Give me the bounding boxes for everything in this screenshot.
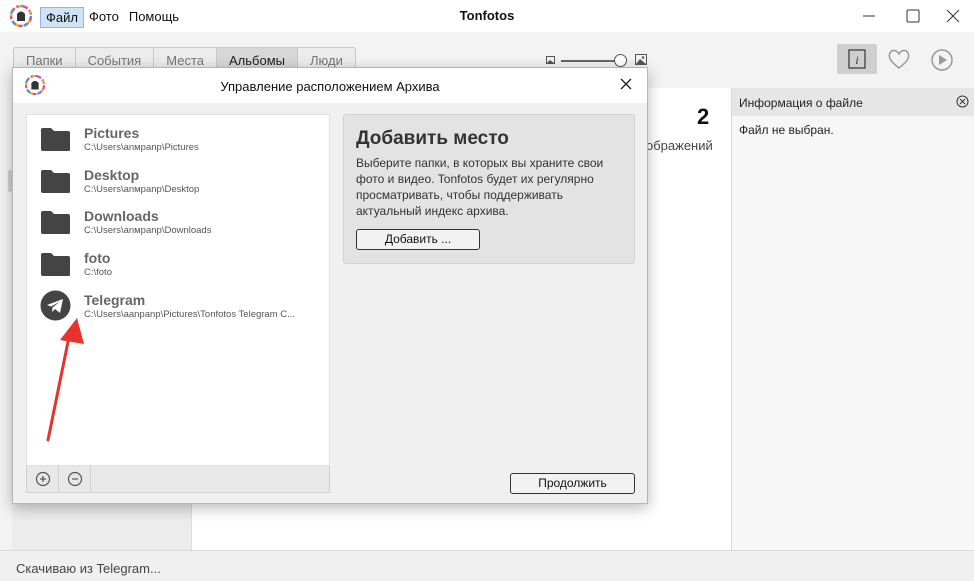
folder-path: C:\Users\aanpanp\Pictures\Tonfotos Teleg… [84,309,296,320]
folder-name: Desktop [84,167,140,183]
dialog-title-bar: Управление расположением Архива [13,68,647,103]
close-circle-icon[interactable] [956,95,969,108]
archive-locations-dialog: Управление расположением Архива Pictures… [12,67,648,504]
folder-path: C:\foto [84,267,112,278]
image-count-label: ображений [646,138,713,153]
add-location-button[interactable]: Добавить ... [356,229,480,250]
menu-file[interactable]: Файл [40,7,84,28]
close-icon[interactable] [619,77,633,91]
add-location-panel: Добавить место Выберите папки, в которых… [343,114,635,264]
annotation-arrow-icon [46,318,84,442]
folder-icon [41,253,70,276]
list-item-desktop[interactable]: Desktop C:\Users\anмpanp\Desktop [27,161,331,203]
play-icon[interactable] [929,47,955,73]
minimize-icon[interactable] [854,4,884,28]
menu-bar: Файл Фото Помощь [40,7,184,28]
title-bar: Файл Фото Помощь Tonfotos [0,0,974,32]
heart-icon[interactable] [886,47,912,71]
file-info-title: Информация о файле [739,96,863,110]
plus-circle-icon [35,471,51,487]
folder-icon [41,211,70,234]
app-logo-icon [10,5,32,27]
continue-button[interactable]: Продолжить [510,473,635,494]
folder-icon [41,170,70,193]
file-info-panel: Информация о файле Файл не выбран. [731,88,974,550]
list-item-downloads[interactable]: Downloads C:\Users\anмpanp\Downloads [27,202,331,244]
list-item-pictures[interactable]: Pictures C:\Users\anмpanp\Pictures [27,119,331,161]
add-location-description: Выберите папки, в которых вы храните сво… [356,156,604,218]
svg-text:i: i [855,53,858,67]
folder-icon [41,128,70,151]
status-bar: Скачиваю из Telegram... [0,550,974,581]
maximize-icon[interactable] [898,4,928,28]
close-window-icon[interactable] [938,4,968,28]
add-folder-button[interactable] [27,466,59,492]
info-button[interactable]: i [837,44,877,74]
file-info-header: Информация о файле [732,88,974,116]
minus-circle-icon [67,471,83,487]
file-info-text: Файл не выбран. [739,123,834,137]
info-icon: i [848,49,866,69]
zoom-in-image-icon[interactable] [635,54,647,65]
menu-help[interactable]: Помощь [124,7,184,28]
folder-path: C:\Users\anмpanp\Pictures [84,142,199,153]
folder-name: foto [84,250,111,266]
folder-list-footer [26,466,330,493]
zoom-slider-thumb[interactable] [614,54,627,67]
folder-path: C:\Users\anмpanp\Desktop [84,184,200,195]
dialog-title: Управление расположением Архива [220,79,440,94]
remove-folder-button[interactable] [59,466,91,492]
folder-name: Telegram [84,292,146,308]
folder-name: Downloads [84,208,159,224]
status-text: Скачиваю из Telegram... [16,561,161,576]
add-location-title: Добавить место [356,128,509,149]
zoom-out-image-icon[interactable] [546,56,555,64]
folder-path: C:\Users\anмpanp\Downloads [84,225,212,236]
menu-photo[interactable]: Фото [84,7,124,28]
list-item-foto[interactable]: foto C:\foto [27,244,331,286]
zoom-slider-track[interactable] [561,60,619,62]
folder-name: Pictures [84,125,140,141]
image-count-number: 2 [697,104,710,129]
